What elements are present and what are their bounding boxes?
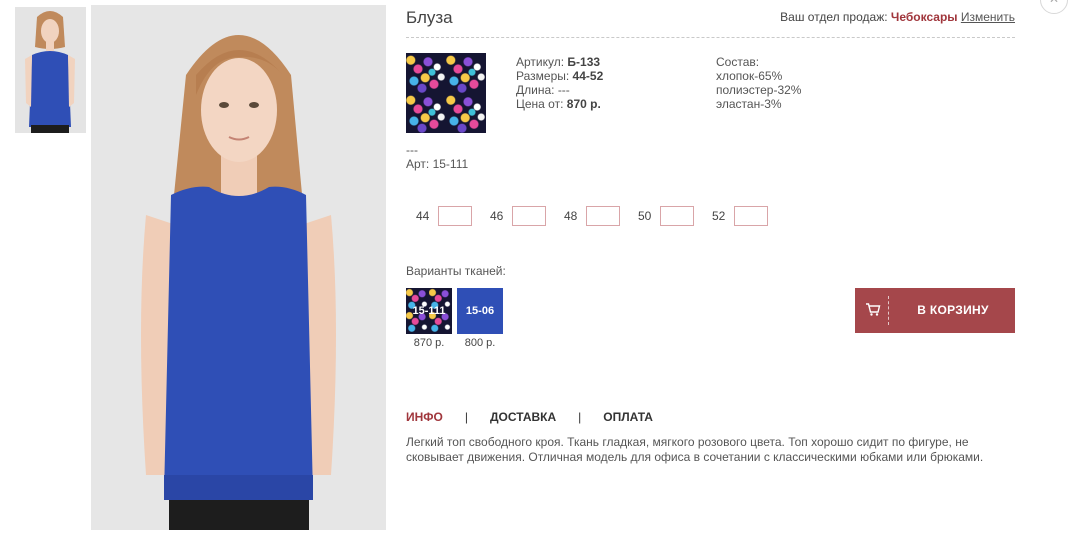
fabric-dash: --- [406,143,418,157]
variant-code: 15-06 [465,305,495,317]
tab-delivery[interactable]: ДОСТАВКА [490,410,556,424]
sales-region: Ваш отдел продаж: Чебоксары Изменить [780,10,1015,24]
close-icon[interactable]: ✕ [1040,0,1068,14]
region-label: Ваш отдел продаж: [780,10,888,24]
fabric-variant-15-111[interactable]: 15-111 [406,288,452,334]
spec-sizes: Размеры: 44-52 [516,69,604,83]
tab-info[interactable]: ИНФО [406,410,443,424]
product-description: Легкий топ свободного кроя. Ткань гладка… [406,435,984,464]
size-label: 50 [638,209,652,223]
size-48-quantity-input[interactable] [586,206,620,226]
product-title: Блуза [406,8,453,27]
size-44-quantity-input[interactable] [438,206,472,226]
product-main-photo [91,5,386,530]
spec-price: Цена от: 870 р. [516,97,601,111]
composition-item: эластан-3% [716,97,782,111]
size-item-52: 52 [712,206,786,226]
tab-payment[interactable]: ОПЛАТА [603,410,653,424]
size-46-quantity-input[interactable] [512,206,546,226]
info-tabs: ИНФО | ДОСТАВКА | ОПЛАТА [406,410,653,424]
fabric-swatch-image [406,53,486,133]
tab-separator: | [464,410,468,424]
composition-item: хлопок-65% [716,69,783,83]
header-divider [406,37,1015,38]
size-label: 52 [712,209,726,223]
cart-icon [865,301,881,319]
size-item-44: 44 [416,206,490,226]
size-item-46: 46 [490,206,564,226]
tab-separator: | [578,410,582,424]
cart-separator [888,296,889,325]
composition-item: полиэстер-32% [716,83,802,97]
spec-length: Длина: --- [516,83,570,97]
size-50-quantity-input[interactable] [660,206,694,226]
variant-price: 870 р. [413,337,445,349]
size-item-50: 50 [638,206,712,226]
size-label: 48 [564,209,578,223]
size-label: 44 [416,209,430,223]
spec-article: Артикул: Б-133 [516,55,601,69]
size-item-48: 48 [564,206,638,226]
add-to-cart-button[interactable]: В КОРЗИНУ [855,288,1015,333]
size-label: 46 [490,209,504,223]
composition-label: Состав: [716,55,760,69]
variant-price: 800 р. [464,337,496,349]
fabric-article: Арт: 15-111 [406,157,469,171]
fabric-variant-15-06[interactable]: 15-06 [457,288,503,334]
product-composition: Состав: хлопок-65% полиэстер-32% эластан… [716,55,801,111]
size-quantity-row: 44 46 48 50 52 [416,206,786,226]
fabric-variants-label: Варианты тканей: [406,264,506,278]
product-specs: Артикул: Б-133 Размеры: 44-52 Длина: ---… [516,55,603,111]
region-city: Чебоксары [890,10,958,24]
product-thumbnail[interactable] [15,7,86,133]
variant-code: 15-111 [412,305,446,317]
size-52-quantity-input[interactable] [734,206,768,226]
cart-label: В КОРЗИНУ [917,303,989,317]
region-change-link[interactable]: Изменить [961,10,1015,24]
